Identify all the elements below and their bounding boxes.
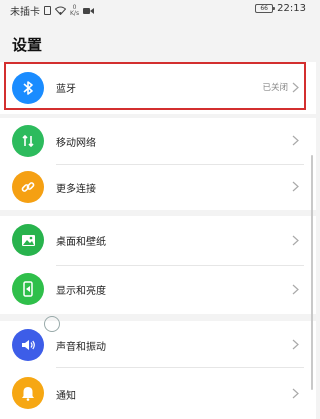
sim-card-icon: [44, 6, 51, 15]
settings-item-label: 声音和振动: [56, 342, 106, 353]
chevron-right-icon: [292, 339, 299, 350]
network-speed: 0 K/s: [70, 3, 80, 17]
chevron-right-icon: [292, 235, 299, 246]
link-icon: [12, 171, 44, 203]
settings-group-network: 移动网络 更多连接: [0, 118, 316, 210]
wallpaper-icon: [12, 224, 44, 256]
chevron-right-icon: [292, 284, 299, 295]
settings-group-display: 桌面和壁纸 显示和亮度: [0, 216, 316, 314]
chevron-right-icon: [292, 135, 299, 146]
scrollbar[interactable]: [311, 155, 313, 390]
settings-item-more-connections[interactable]: 更多连接: [0, 164, 316, 210]
settings-item-mobile-network[interactable]: 移动网络: [0, 118, 316, 164]
mobile-network-icon: [12, 125, 44, 157]
chevron-right-icon: [292, 181, 299, 192]
page-title: 设置: [12, 36, 43, 54]
settings-item-label: 通知: [56, 391, 76, 402]
settings-item-wallpaper[interactable]: 桌面和壁纸: [0, 216, 316, 265]
wifi-icon: [55, 6, 66, 15]
clock: 22:13: [277, 3, 306, 14]
settings-item-label: 更多连接: [56, 184, 96, 195]
status-bar: 未插卡 0 K/s 66 22:13: [0, 0, 316, 20]
settings-item-display[interactable]: 显示和亮度: [0, 265, 316, 314]
battery-icon: 66: [255, 4, 276, 13]
settings-item-label: 移动网络: [56, 138, 96, 149]
highlight-box: [4, 62, 306, 110]
settings-item-label: 显示和亮度: [56, 286, 106, 297]
status-right: 66 22:13: [255, 3, 306, 14]
video-record-icon: [83, 7, 95, 15]
bell-icon: [12, 377, 44, 409]
sound-icon: [12, 329, 44, 361]
display-icon: [12, 273, 44, 305]
settings-item-notifications[interactable]: 通知: [0, 367, 316, 419]
status-left: 未插卡 0 K/s: [10, 3, 95, 18]
settings-group-sound: 声音和振动 通知: [0, 321, 316, 419]
settings-item-label: 桌面和壁纸: [56, 237, 106, 248]
chevron-right-icon: [292, 388, 299, 399]
carrier-text: 未插卡: [10, 7, 40, 18]
touch-indicator: [44, 316, 60, 332]
